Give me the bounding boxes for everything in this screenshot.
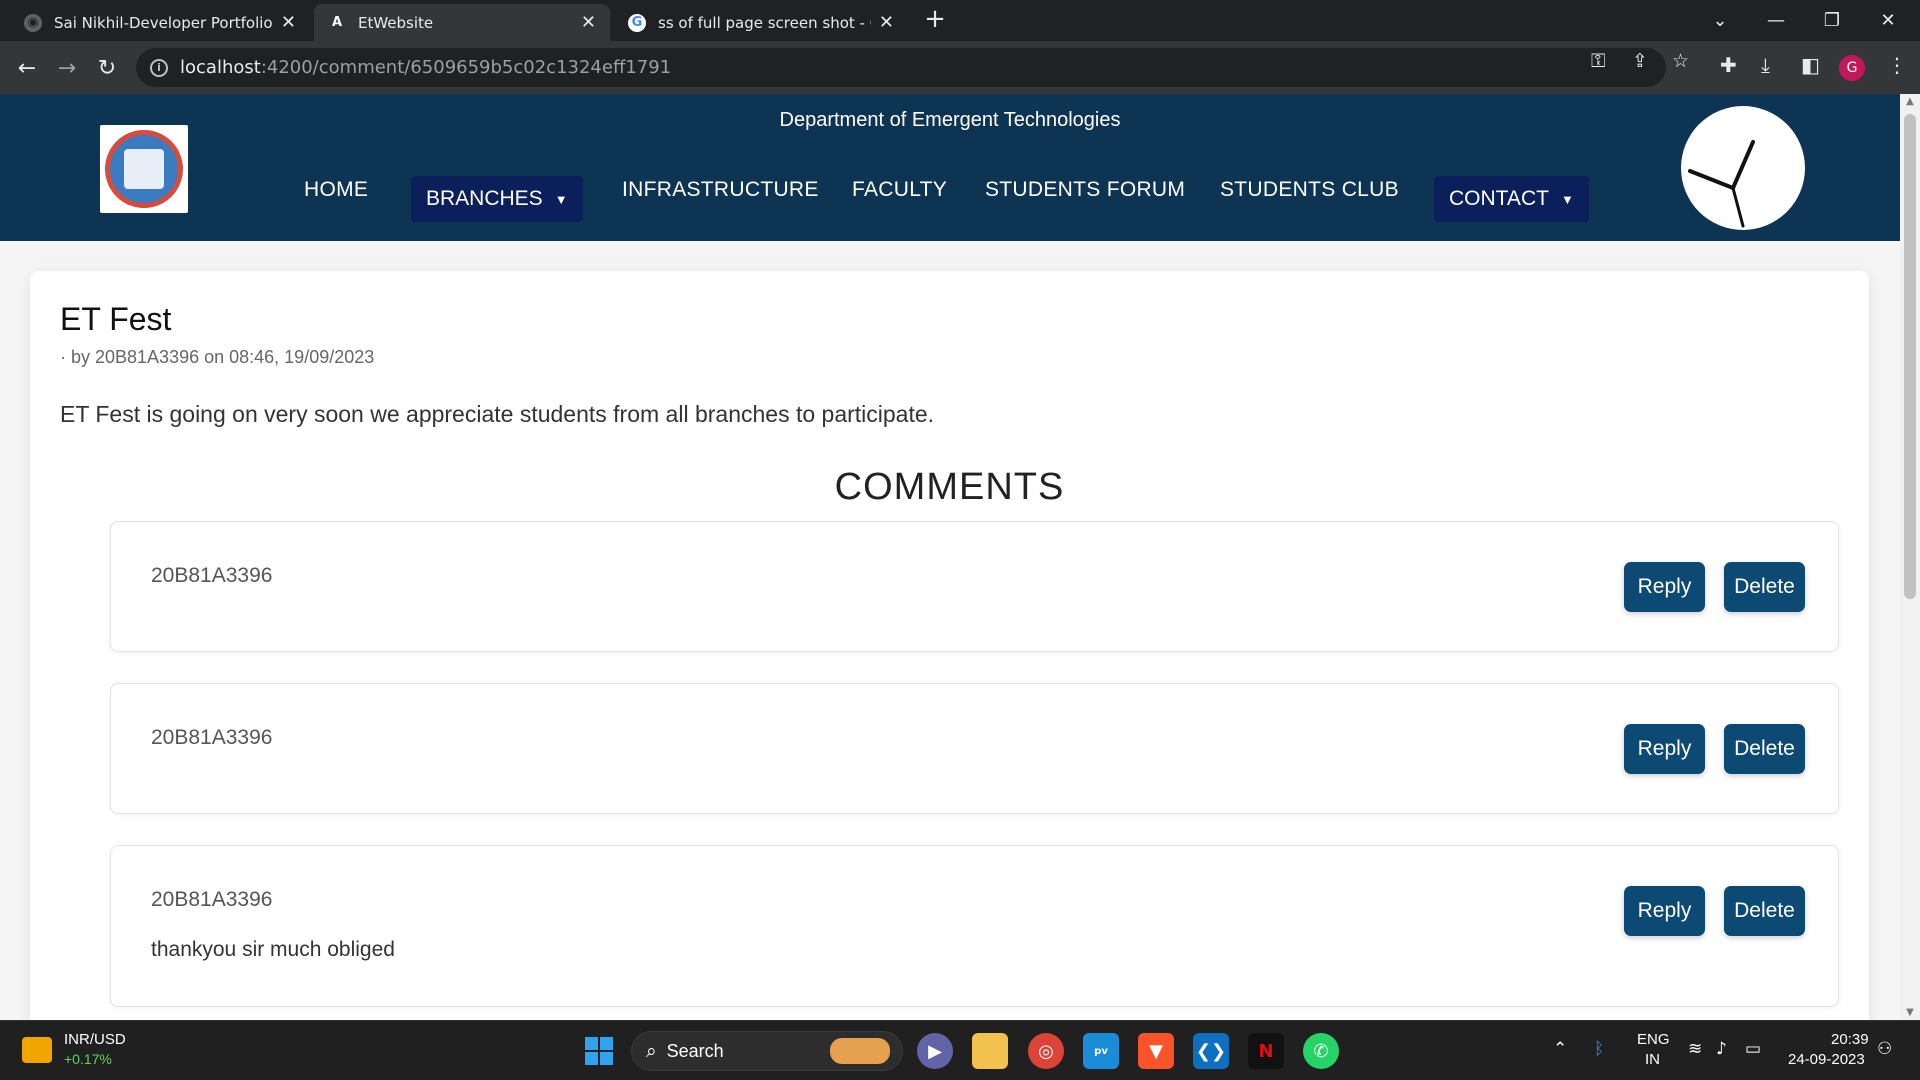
page-scrollbar[interactable]: ▲ ▼ <box>1900 94 1920 1020</box>
close-icon[interactable]: ✕ <box>281 12 296 33</box>
comment-author: 20B81A3396 <box>151 564 273 587</box>
nav-infrastructure[interactable]: INFRASTRUCTURE <box>622 178 819 202</box>
reply-button[interactable]: Reply <box>1624 886 1705 936</box>
reply-button[interactable]: Reply <box>1624 724 1705 774</box>
search-highlight-icon <box>830 1038 890 1064</box>
clock-widget <box>1681 106 1805 230</box>
nav-contact-dropdown[interactable]: CONTACT ▼ <box>1434 176 1589 222</box>
notification-icon[interactable]: ⚇ <box>1877 1039 1892 1059</box>
bluetooth-icon[interactable]: ᛒ <box>1594 1039 1604 1059</box>
download-icon[interactable]: ⤓ <box>1761 53 1770 77</box>
wifi-icon[interactable]: ≋ <box>1688 1039 1702 1059</box>
volume-icon[interactable]: ♪ <box>1716 1039 1727 1059</box>
google-icon: G <box>628 13 646 32</box>
taskbar-search[interactable]: ⌕ Search <box>631 1031 903 1071</box>
caret-down-icon: ▼ <box>1560 191 1574 207</box>
restore-button[interactable]: ❐ <box>1804 0 1860 41</box>
window-close-button[interactable]: ✕ <box>1860 0 1916 41</box>
chrome-icon[interactable]: ◎ <box>1028 1033 1064 1069</box>
comments-heading: COMMENTS <box>834 466 1065 508</box>
scroll-down-icon[interactable]: ▼ <box>1900 1007 1920 1018</box>
profile-avatar[interactable]: G <box>1839 55 1865 81</box>
currency-widget-icon[interactable] <box>22 1037 52 1063</box>
file-explorer-icon[interactable] <box>972 1033 1008 1069</box>
close-icon[interactable]: ✕ <box>581 12 596 33</box>
browser-toolbar: ← → ↻ i localhost:4200/comment/6509659b5… <box>0 41 1920 94</box>
nav-students-forum[interactable]: STUDENTS FORUM <box>985 178 1185 202</box>
tab-portfolio[interactable]: ◉ Sai Nikhil-Developer Portfolio ✕ <box>10 4 310 41</box>
share-icon[interactable]: ⇪ <box>1632 50 1648 72</box>
taskbar-time[interactable]: 20:39 <box>1831 1031 1869 1048</box>
taskbar-date[interactable]: 24-09-2023 <box>1788 1051 1865 1068</box>
comment-card: 20B81A3396 Reply Delete <box>110 521 1839 652</box>
scroll-up-icon[interactable]: ▲ <box>1900 96 1920 107</box>
delete-button[interactable]: Delete <box>1724 724 1805 774</box>
whatsapp-icon[interactable]: ✆ <box>1303 1033 1339 1069</box>
battery-icon[interactable]: ▭ <box>1745 1039 1761 1059</box>
extensions-icon[interactable]: ✚ <box>1720 53 1737 77</box>
comment-card: 20B81A3396 thankyou sir much obliged Rep… <box>110 845 1839 1007</box>
side-panel-icon[interactable]: ◧ <box>1801 53 1820 77</box>
prime-video-icon[interactable]: pv <box>1083 1033 1119 1069</box>
clock-hands-icon <box>1688 140 1755 228</box>
key-icon[interactable]: ⚿ <box>1591 50 1605 72</box>
windows-taskbar: INR/USD +0.17% ⌕ Search ▶ ◎ pv ▼ ❮❯ N ✆ … <box>0 1020 1920 1080</box>
comment-author: 20B81A3396 <box>151 888 273 911</box>
teams-icon[interactable]: ▶ <box>917 1033 953 1069</box>
minimize-button[interactable]: — <box>1748 0 1804 41</box>
nav-students-club[interactable]: STUDENTS CLUB <box>1220 178 1399 202</box>
search-icon: ⌕ <box>646 1040 657 1062</box>
post-meta: · by 20B81A3396 on 08:46, 19/09/2023 <box>60 347 375 367</box>
vscode-icon[interactable]: ❮❯ <box>1193 1033 1229 1069</box>
reload-icon[interactable]: ↻ <box>90 51 124 85</box>
post-body: ET Fest is going on very soon we appreci… <box>60 401 935 427</box>
comment-text: thankyou sir much obliged <box>151 938 395 961</box>
comment-author: 20B81A3396 <box>151 726 273 749</box>
widget-title[interactable]: INR/USD <box>64 1031 126 1048</box>
chevron-up-icon[interactable]: ⌃ <box>1553 1039 1567 1059</box>
caret-down-icon: ▼ <box>554 191 568 207</box>
nav-faculty[interactable]: FACULTY <box>852 178 947 202</box>
back-arrow-icon[interactable]: ← <box>10 51 44 85</box>
info-icon[interactable]: i <box>150 58 168 77</box>
tab-search-chevron-icon[interactable]: ⌄ <box>1692 0 1748 41</box>
star-icon[interactable]: ☆ <box>1672 50 1689 72</box>
angular-icon: A <box>331 15 343 30</box>
close-icon[interactable]: ✕ <box>879 12 894 33</box>
delete-button[interactable]: Delete <box>1724 886 1805 936</box>
post-card: ET Fest · by 20B81A3396 on 08:46, 19/09/… <box>30 271 1869 1080</box>
brave-icon[interactable]: ▼ <box>1138 1033 1174 1069</box>
browser-tab-bar: ◉ Sai Nikhil-Developer Portfolio ✕ A EtW… <box>0 0 1920 41</box>
tab-etwebsite[interactable]: A EtWebsite ✕ <box>314 4 610 41</box>
language-indicator[interactable]: ENG <box>1637 1031 1670 1048</box>
comment-card: 20B81A3396 Reply Delete <box>110 683 1839 814</box>
reply-button[interactable]: Reply <box>1624 562 1705 612</box>
college-logo[interactable] <box>100 125 188 213</box>
site-header: Department of Emergent Technologies HOME… <box>0 94 1900 241</box>
department-title: Department of Emergent Technologies <box>779 109 1121 131</box>
delete-button[interactable]: Delete <box>1724 562 1805 612</box>
windows-start-icon[interactable] <box>581 1033 617 1069</box>
forward-arrow-icon[interactable]: → <box>50 51 84 85</box>
scrollbar-thumb[interactable] <box>1904 114 1916 599</box>
new-tab-button[interactable]: + <box>920 4 950 34</box>
tab-google-search[interactable]: G ss of full page screen shot - Goo ✕ <box>614 4 908 41</box>
widget-value: +0.17% <box>64 1051 112 1067</box>
menu-kebab-icon[interactable]: ⋮ <box>1887 53 1907 77</box>
post-title: ET Fest <box>60 301 172 337</box>
nav-branches-dropdown[interactable]: BRANCHES ▼ <box>411 176 583 222</box>
netflix-icon[interactable]: N <box>1248 1033 1284 1069</box>
globe-icon: ◉ <box>24 13 42 32</box>
address-bar[interactable]: i localhost:4200/comment/6509659b5c02c13… <box>136 48 1666 87</box>
nav-home[interactable]: HOME <box>304 178 368 202</box>
